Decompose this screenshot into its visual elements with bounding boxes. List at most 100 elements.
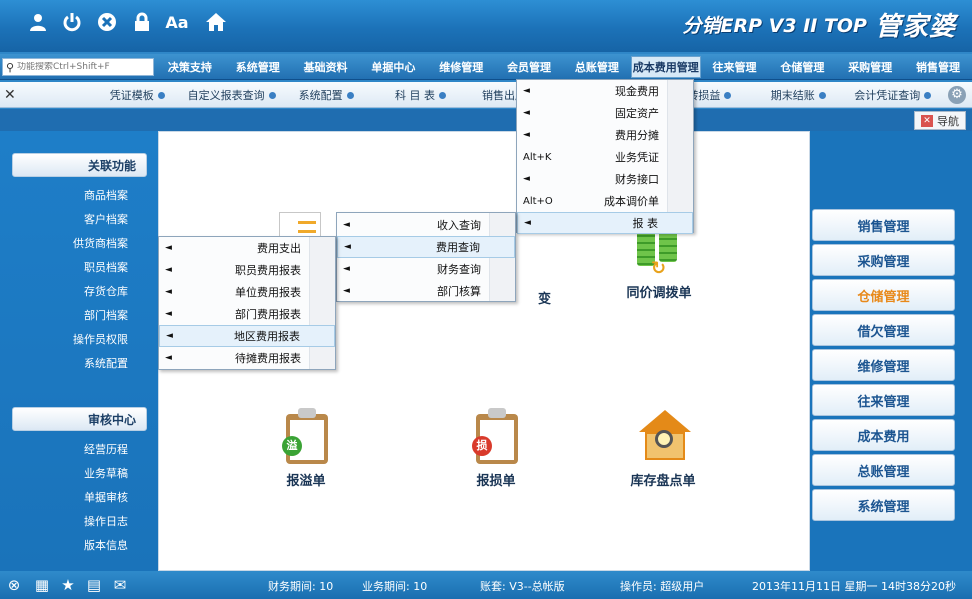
menu-item[interactable]: 决策支持 xyxy=(156,54,224,80)
font-icon[interactable]: Aa xyxy=(165,10,189,34)
related-link[interactable]: 职员档案 xyxy=(84,259,128,275)
gear-icon[interactable]: ⚙ xyxy=(948,86,966,104)
expense-menu-item[interactable]: ◄ 费用支出 xyxy=(159,237,335,259)
function-search[interactable]: ⚲ xyxy=(2,58,154,76)
chevron-left-icon: ◄ xyxy=(343,286,350,296)
quick-link-label: 自定义报表查询 xyxy=(187,89,265,102)
tab-close-icon[interactable]: ✕ xyxy=(921,114,933,127)
cost-menu-item[interactable]: Alt+K 业务凭证 xyxy=(517,146,693,168)
module-button[interactable]: 维修管理 xyxy=(812,349,955,381)
quick-link[interactable]: 系统配置 xyxy=(279,87,373,103)
cost-menu-item[interactable]: ◄ 现金费用 xyxy=(517,80,693,102)
cost-menu-item[interactable]: Alt+O 成本调价单 xyxy=(517,190,693,212)
message-icon[interactable]: ✉ xyxy=(110,575,130,595)
expense-menu-item[interactable]: ◄ 部门费用报表 xyxy=(159,303,335,325)
quick-link-label: 期末结账 xyxy=(770,89,815,102)
expense-menu-item-label: 职员费用报表 xyxy=(235,264,301,277)
user-icon[interactable] xyxy=(26,10,50,34)
section-header-related: 关联功能 xyxy=(12,153,147,177)
module-button[interactable]: 借欠管理 xyxy=(812,314,955,346)
module-button[interactable]: 成本费用 xyxy=(812,419,955,451)
menu-item[interactable]: 采购管理 xyxy=(836,54,904,80)
report-menu-item[interactable]: ◄ 收入查询 xyxy=(337,214,515,236)
home-icon[interactable] xyxy=(204,10,228,34)
related-link[interactable]: 操作员权限 xyxy=(73,331,128,347)
quick-link[interactable]: 会计凭证查询 xyxy=(846,87,940,103)
related-link[interactable]: 客户档案 xyxy=(84,211,128,227)
quick-link-label: 会计凭证查询 xyxy=(854,89,921,102)
module-button[interactable]: 采购管理 xyxy=(812,244,955,276)
tile-label: 库存盘点单 xyxy=(630,474,696,489)
quick-link[interactable]: 科 目 表 xyxy=(373,87,467,103)
menu-item[interactable]: 单据中心 xyxy=(359,54,427,80)
lock-icon[interactable] xyxy=(130,10,154,34)
menu-item[interactable]: 会员管理 xyxy=(495,54,563,80)
cost-menu-item[interactable]: ◄ 报 表 xyxy=(517,212,693,234)
quick-link[interactable]: 自定义报表查询 xyxy=(184,87,278,103)
notepad-icon[interactable]: ▤ xyxy=(84,575,104,595)
chevron-left-icon: ◄ xyxy=(524,218,531,228)
tab-navigation[interactable]: ✕ 导航 xyxy=(914,111,966,130)
audit-link[interactable]: 单据审核 xyxy=(84,489,128,505)
menu-item[interactable]: 维修管理 xyxy=(427,54,495,80)
loss-badge: 损 xyxy=(472,436,492,456)
tile-inventory[interactable]: 库存盘点单 xyxy=(608,408,718,489)
close-icon[interactable] xyxy=(95,10,119,34)
clipboard-overflow-icon: 溢 xyxy=(278,408,334,464)
chevron-left-icon: ◄ xyxy=(165,265,172,275)
expense-menu-item[interactable]: ◄ 地区费用报表 xyxy=(159,325,335,347)
cancel-icon[interactable]: ⊗ xyxy=(4,575,24,595)
cost-menu-item[interactable]: ◄ 费用分摊 xyxy=(517,124,693,146)
menu-item[interactable]: 成本费用管理 xyxy=(630,56,701,78)
expense-menu-item[interactable]: ◄ 单位费用报表 xyxy=(159,281,335,303)
tab-strip: ✕ 导航 xyxy=(0,109,972,131)
audit-link[interactable]: 操作日志 xyxy=(84,513,128,529)
module-button[interactable]: 系统管理 xyxy=(812,489,955,521)
section-header-audit: 审核中心 xyxy=(12,407,147,431)
module-button[interactable]: 仓储管理 xyxy=(812,279,955,311)
expense-menu-item[interactable]: ◄ 待摊费用报表 xyxy=(159,347,335,369)
report-menu-item[interactable]: ◄ 部门核算 xyxy=(337,280,515,302)
expense-menu-item[interactable]: ◄ 职员费用报表 xyxy=(159,259,335,281)
tile-overflow[interactable]: 溢 报溢单 xyxy=(251,408,361,489)
menu-item[interactable]: 销售管理 xyxy=(904,54,972,80)
close-icon[interactable]: ✕ xyxy=(4,87,16,103)
power-icon[interactable] xyxy=(60,10,84,34)
tile-loss[interactable]: 损 报损单 xyxy=(441,408,551,489)
chevron-left-icon: ◄ xyxy=(343,264,350,274)
menu-item[interactable]: 仓储管理 xyxy=(768,54,836,80)
related-link[interactable]: 系统配置 xyxy=(84,355,128,371)
audit-link[interactable]: 业务草稿 xyxy=(84,465,128,481)
chevron-left-icon: ◄ xyxy=(165,353,172,363)
cost-menu-item[interactable]: ◄ 财务接口 xyxy=(517,168,693,190)
related-link[interactable]: 商品档案 xyxy=(84,187,128,203)
related-link[interactable]: 供货商档案 xyxy=(73,235,128,251)
related-link[interactable]: 存货仓库 xyxy=(84,283,128,299)
search-input[interactable] xyxy=(17,62,153,72)
report-menu-item[interactable]: ◄ 费用查询 xyxy=(337,236,515,258)
quick-link[interactable]: 凭证模板 xyxy=(90,87,184,103)
menu-item[interactable]: 往来管理 xyxy=(701,54,769,80)
cost-menu-item[interactable]: ◄ 固定资产 xyxy=(517,102,693,124)
module-button[interactable]: 总账管理 xyxy=(812,454,955,486)
module-button[interactable]: 往来管理 xyxy=(812,384,955,416)
quick-link[interactable]: 期末结账 xyxy=(751,87,845,103)
menu-item[interactable]: 系统管理 xyxy=(224,54,292,80)
related-link[interactable]: 部门档案 xyxy=(84,307,128,323)
menu-item[interactable]: 总账管理 xyxy=(563,54,631,80)
expense-menu-item-label: 地区费用报表 xyxy=(234,330,300,343)
overflow-badge: 溢 xyxy=(282,436,302,456)
audit-link[interactable]: 经营历程 xyxy=(84,441,128,457)
clipboard-loss-icon: 损 xyxy=(468,408,524,464)
star-icon[interactable]: ★ xyxy=(58,575,78,595)
status-bar: ⊗ ▦ ★ ▤ ✉ 财务期间: 10 业务期间: 10 账套: V3--总帐版 … xyxy=(0,571,972,599)
audit-link[interactable]: 版本信息 xyxy=(84,537,128,553)
report-menu-item[interactable]: ◄ 财务查询 xyxy=(337,258,515,280)
menu-item[interactable]: 基础资料 xyxy=(292,54,360,80)
cost-menu-item-label: 财务接口 xyxy=(615,173,659,186)
quick-links: 凭证模板自定义报表查询系统配置科 目 表销售出库单期末结账结转损益期末结账会计凭… xyxy=(90,82,940,108)
module-button[interactable]: 销售管理 xyxy=(812,209,955,241)
cost-expense-menu: ◄ 现金费用 ◄ 固定资产 ◄ 费用分摊 Alt+K 业务凭证 ◄ 财务接口 Alt+O 成本调价单 ◄… xyxy=(516,79,694,234)
search-icon: ⚲ xyxy=(5,60,15,74)
calculator-icon[interactable]: ▦ xyxy=(32,575,52,595)
